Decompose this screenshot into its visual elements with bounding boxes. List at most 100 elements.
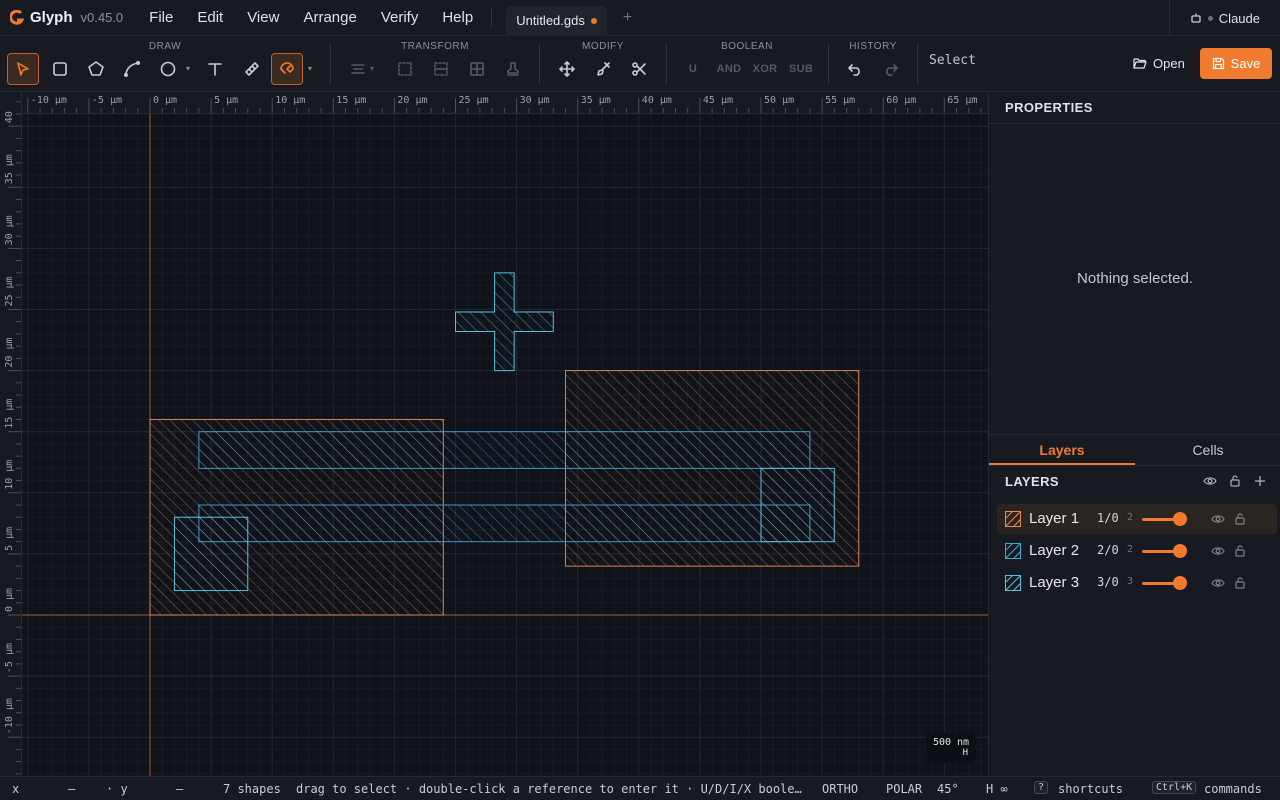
ruler-label: -10 µm bbox=[4, 698, 15, 734]
cut-button[interactable] bbox=[623, 53, 655, 85]
document-tab[interactable]: Untitled.gds bbox=[506, 5, 607, 36]
shape-count: 7 shapes bbox=[223, 782, 281, 796]
layer-2-shape[interactable] bbox=[198, 431, 811, 469]
polar-angle[interactable]: 45° bbox=[937, 782, 959, 796]
menu-edit[interactable]: Edit bbox=[185, 0, 235, 36]
layers-header: LAYERS bbox=[989, 466, 1280, 496]
snap-caret-icon[interactable]: ▾ bbox=[308, 64, 312, 73]
layer-swatch-icon[interactable] bbox=[1005, 511, 1021, 527]
array-button[interactable] bbox=[461, 53, 493, 85]
ruler-label: 30 µm bbox=[520, 95, 550, 106]
stamp-button[interactable] bbox=[497, 53, 529, 85]
lock-open-icon[interactable] bbox=[1233, 576, 1247, 590]
toolbar-divider bbox=[828, 44, 829, 84]
lock-open-icon[interactable] bbox=[1233, 512, 1247, 526]
layer-3-shape[interactable] bbox=[173, 516, 249, 592]
scissors-icon bbox=[632, 62, 646, 76]
ortho-toggle[interactable]: ORTHO bbox=[822, 782, 858, 796]
paint-button[interactable] bbox=[587, 53, 619, 85]
tab-layers[interactable]: Layers bbox=[989, 435, 1135, 465]
layer-row[interactable]: Layer 1 1/0 2 bbox=[997, 504, 1277, 534]
panel-tabs: Layers Cells bbox=[989, 434, 1280, 466]
redo-icon bbox=[886, 64, 898, 76]
magnet-icon bbox=[280, 62, 294, 74]
menu-verify[interactable]: Verify bbox=[369, 0, 431, 36]
ruler-label: 20 µm bbox=[4, 337, 15, 367]
layer-3-shape[interactable] bbox=[455, 272, 554, 372]
lock-open-icon[interactable] bbox=[1233, 544, 1247, 558]
select-tool-button[interactable] bbox=[7, 53, 39, 85]
path-tool-button[interactable] bbox=[116, 53, 148, 85]
properties-heading: PROPERTIES bbox=[989, 92, 1280, 124]
layer-shape-count: 3 bbox=[1127, 576, 1134, 587]
layer-opacity-handle[interactable] bbox=[1173, 544, 1187, 558]
layer-opacity-handle[interactable] bbox=[1173, 512, 1187, 526]
ruler-label: 30 µm bbox=[4, 215, 15, 245]
layer-row[interactable]: Layer 3 3/0 3 bbox=[997, 568, 1277, 598]
ruler-label: 35 µm bbox=[4, 154, 15, 184]
circle-tool-caret-icon[interactable]: ▾ bbox=[186, 64, 190, 73]
save-button[interactable]: Save bbox=[1200, 48, 1272, 79]
text-tool-button[interactable] bbox=[199, 53, 231, 85]
circle-tool-button[interactable] bbox=[152, 53, 184, 85]
horizontal-ruler[interactable]: -10 µm -5 µm 0 µm 5 µm 10 µm 15 µm 20 µm 25 µm 3… bbox=[22, 92, 988, 114]
rectangle-tool-button[interactable] bbox=[44, 53, 76, 85]
status-dot-icon bbox=[1207, 15, 1213, 21]
layout-canvas[interactable] bbox=[22, 114, 988, 776]
user-name: Claude bbox=[1218, 10, 1260, 26]
ruler-label: 60 µm bbox=[886, 95, 916, 106]
layer-spec: 1/0 bbox=[1097, 511, 1119, 525]
status-hint: drag to select · double-click a referenc… bbox=[296, 782, 802, 796]
shortcuts-key: ? bbox=[1034, 781, 1049, 794]
bool-sub-button[interactable]: SUB bbox=[785, 53, 817, 85]
layer-name[interactable]: Layer 3 bbox=[1029, 574, 1079, 591]
layer-spec: 3/0 bbox=[1097, 575, 1119, 589]
layer-opacity-handle[interactable] bbox=[1173, 576, 1187, 590]
unsaved-dot-icon bbox=[590, 17, 597, 24]
eye-icon[interactable] bbox=[1211, 512, 1225, 526]
ruler-label: 25 µm bbox=[4, 276, 15, 306]
layer-3-shape[interactable] bbox=[760, 467, 835, 543]
align-caret-icon[interactable]: ▾ bbox=[370, 64, 374, 73]
shortcuts-link[interactable]: shortcuts bbox=[1058, 782, 1123, 796]
commands-key: Ctrl+K bbox=[1152, 781, 1197, 794]
layer-2-shape[interactable] bbox=[198, 504, 811, 543]
right-panel: PROPERTIES Nothing selected. Layers Cell… bbox=[988, 92, 1280, 776]
bool-and-button[interactable]: AND bbox=[713, 53, 745, 85]
canvas-svg[interactable] bbox=[22, 114, 988, 776]
layer-name[interactable]: Layer 2 bbox=[1029, 542, 1079, 559]
layer-row[interactable]: Layer 2 2/0 2 bbox=[997, 536, 1277, 566]
open-button[interactable]: Open bbox=[1124, 48, 1194, 78]
layer-swatch-icon[interactable] bbox=[1005, 575, 1021, 591]
snap-magnet-button[interactable] bbox=[271, 53, 303, 85]
move-button[interactable] bbox=[551, 53, 583, 85]
polygon-tool-button[interactable] bbox=[80, 53, 112, 85]
bool-xor-button[interactable]: XOR bbox=[749, 53, 781, 85]
ruler-tool-button[interactable] bbox=[236, 53, 268, 85]
undo-button[interactable] bbox=[839, 53, 871, 85]
vertical-ruler[interactable]: 40 35 µm 30 µm 25 µm 20 µm 15 µm 10 µm 5 µm 0 µm… bbox=[0, 92, 22, 776]
menu-view[interactable]: View bbox=[235, 0, 291, 36]
polar-toggle[interactable]: POLAR bbox=[886, 782, 922, 796]
ruler-label: 20 µm bbox=[397, 95, 427, 106]
user-menu[interactable]: Claude bbox=[1168, 0, 1280, 36]
ruler-icon bbox=[245, 62, 259, 76]
layer-swatch-icon[interactable] bbox=[1005, 543, 1021, 559]
lock-open-icon[interactable] bbox=[1228, 474, 1242, 488]
group-button[interactable] bbox=[389, 53, 421, 85]
menu-file[interactable]: File bbox=[137, 0, 185, 36]
new-tab-button[interactable]: + bbox=[623, 9, 632, 27]
cursor-y-value: — bbox=[176, 782, 184, 796]
commands-link[interactable]: commands bbox=[1204, 782, 1262, 796]
eye-icon[interactable] bbox=[1203, 474, 1217, 488]
eye-icon[interactable] bbox=[1211, 544, 1225, 558]
layer-name[interactable]: Layer 1 bbox=[1029, 510, 1079, 527]
menu-help[interactable]: Help bbox=[430, 0, 485, 36]
add-layer-icon[interactable] bbox=[1253, 474, 1267, 488]
redo-button[interactable] bbox=[875, 53, 907, 85]
bool-union-button[interactable]: U bbox=[677, 53, 709, 85]
ungroup-button[interactable] bbox=[425, 53, 457, 85]
eye-icon[interactable] bbox=[1211, 576, 1225, 590]
menu-arrange[interactable]: Arrange bbox=[291, 0, 368, 36]
tab-cells[interactable]: Cells bbox=[1135, 435, 1280, 465]
